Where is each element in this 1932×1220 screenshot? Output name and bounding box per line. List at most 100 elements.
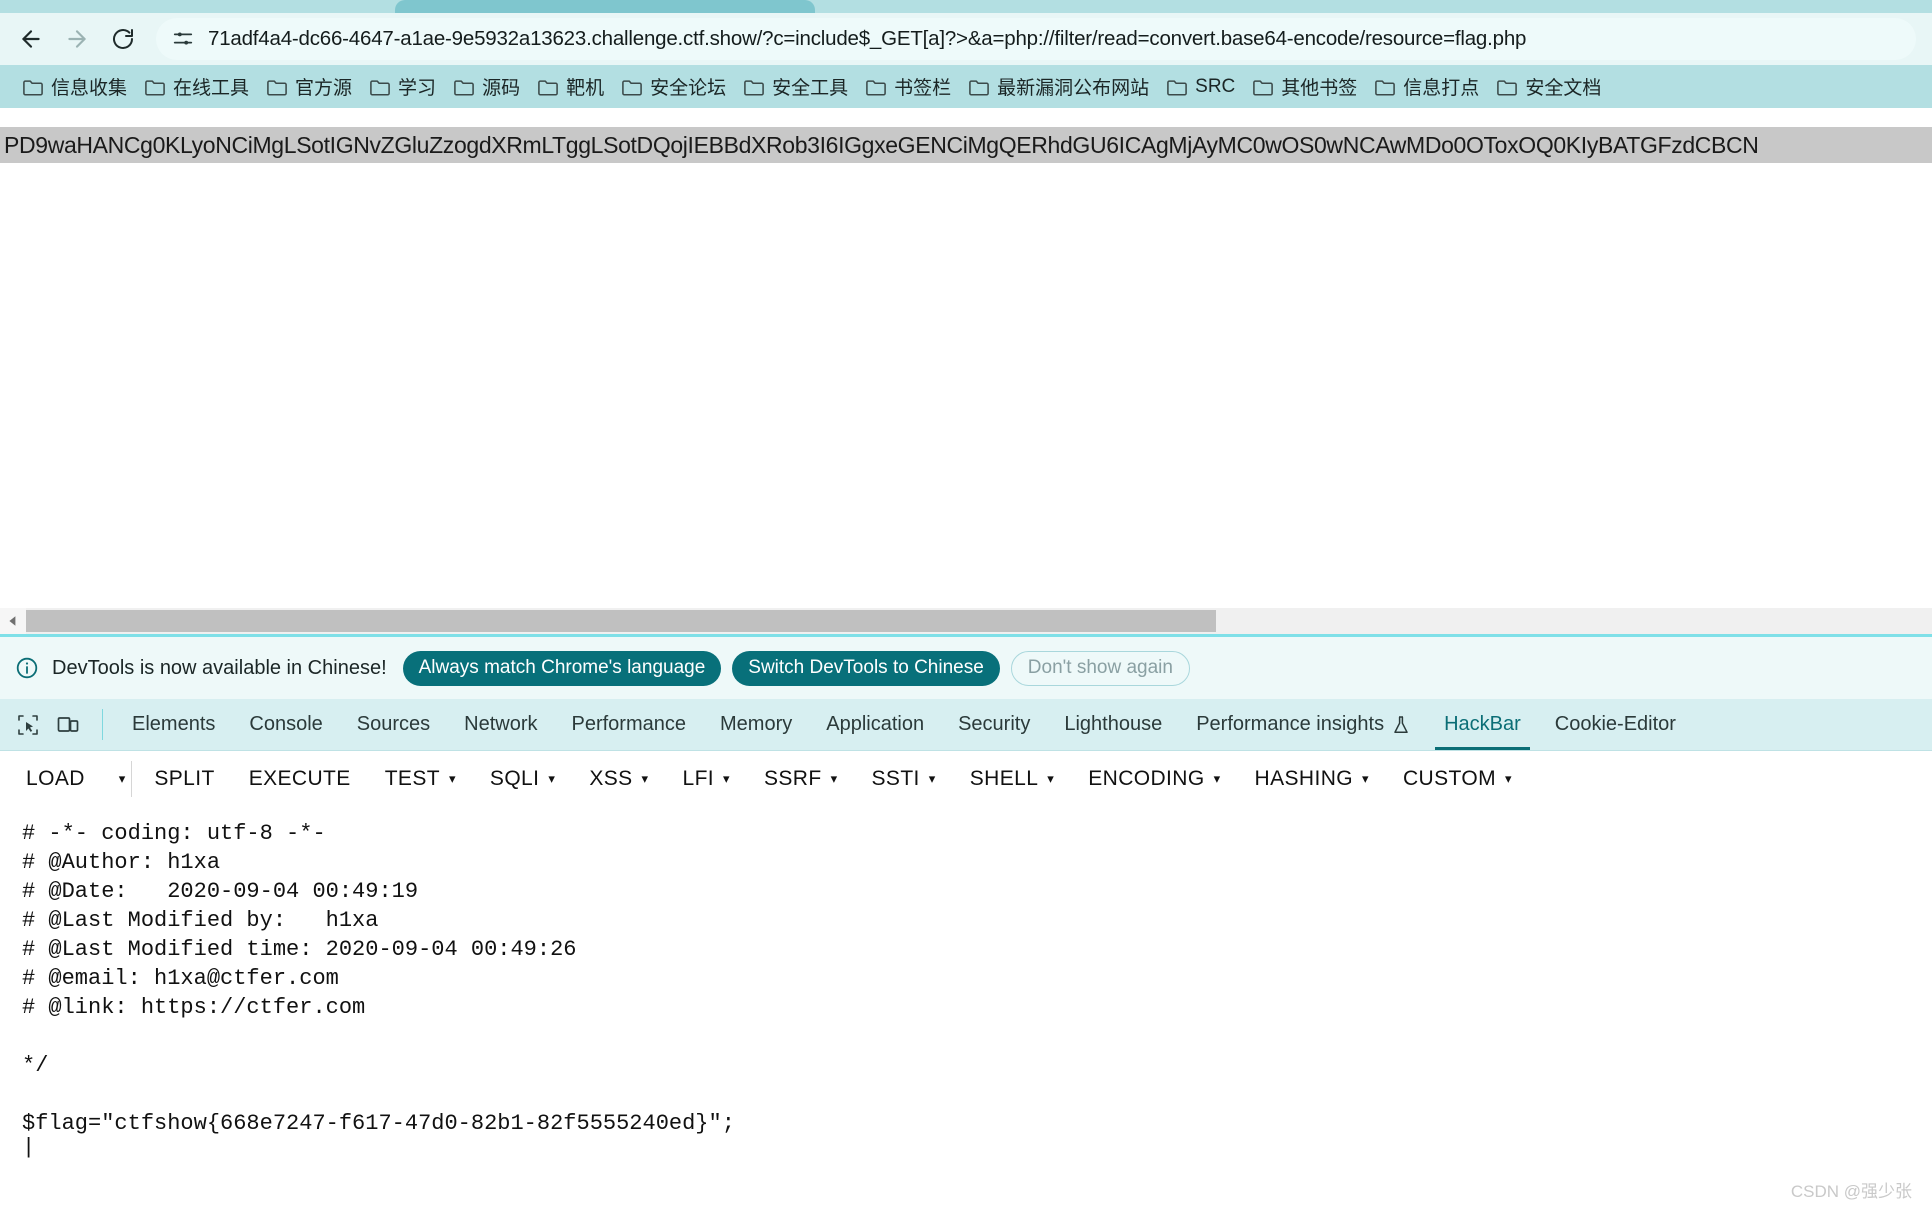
bookmark-folder[interactable]: 安全论坛 — [613, 70, 735, 104]
bookmark-folder[interactable]: 在线工具 — [136, 70, 258, 104]
bookmark-label: 安全工具 — [772, 78, 849, 99]
address-bar[interactable]: 71adf4a4-dc66-4647-a1ae-9e5932a13623.cha… — [156, 18, 1916, 60]
hackbar-test-button[interactable]: TEST ▾ — [385, 767, 456, 791]
switch-to-chinese-button[interactable]: Switch DevTools to Chinese — [732, 650, 1000, 686]
base64-output-selection[interactable]: PD9waHANCg0KLyoNCiMgLSotIGNvZGluZzogdXRm… — [0, 127, 1932, 163]
bookmark-label: 信息打点 — [1403, 78, 1480, 99]
scroll-left-arrow[interactable] — [0, 608, 26, 634]
hackbar-response-body[interactable]: # -*- coding: utf-8 -*- # @Author: h1xa … — [0, 807, 1932, 1220]
hackbar-ssti-label: SSTI — [871, 766, 920, 790]
bookmark-folder[interactable]: 源码 — [445, 70, 529, 104]
flask-icon — [1392, 715, 1410, 735]
tab-security[interactable]: Security — [941, 699, 1047, 750]
inspect-element-icon[interactable] — [8, 699, 48, 750]
code-line: # @Date: 2020-09-04 00:49:19 — [22, 879, 419, 904]
hackbar-ssrf-button[interactable]: SSRF ▾ — [764, 767, 838, 791]
banner-message: DevTools is now available in Chinese! — [52, 656, 387, 679]
folder-icon — [1497, 78, 1518, 96]
bookmark-label: 其他书签 — [1281, 78, 1358, 99]
tab-performance[interactable]: Performance — [555, 699, 704, 750]
tab-console[interactable]: Console — [232, 699, 339, 750]
bookmark-folder[interactable]: 其他书签 — [1244, 70, 1366, 104]
folder-icon — [538, 78, 558, 96]
bookmark-folder[interactable]: SRC — [1158, 70, 1244, 104]
base64-output-text: PD9waHANCg0KLyoNCiMgLSotIGNvZGluZzogdXRm… — [4, 131, 1759, 158]
hackbar-sqli-label: SQLI — [489, 766, 540, 790]
bookmark-folder[interactable]: 安全文档 — [1488, 70, 1610, 104]
tab-cookie-editor[interactable]: Cookie-Editor — [1538, 699, 1693, 750]
hackbar-hashing-button[interactable]: HASHING ▾ — [1255, 767, 1369, 791]
hackbar-custom-button[interactable]: CUSTOM ▾ — [1403, 767, 1512, 791]
always-match-language-button[interactable]: Always match Chrome's language — [402, 650, 722, 686]
folder-icon — [454, 78, 474, 96]
bookmark-folder[interactable]: 靶机 — [529, 70, 613, 104]
tab-elements[interactable]: Elements — [115, 699, 232, 750]
bookmark-label: 在线工具 — [173, 78, 250, 99]
bookmark-label: 源码 — [482, 78, 521, 99]
url-text[interactable]: 71adf4a4-dc66-4647-a1ae-9e5932a13623.cha… — [208, 27, 1526, 51]
hackbar-ssti-button[interactable]: SSTI ▾ — [872, 767, 936, 791]
page-horizontal-scrollbar[interactable] — [0, 608, 1932, 634]
bookmark-folder[interactable]: 官方源 — [258, 70, 361, 104]
folder-icon — [622, 78, 642, 96]
bookmark-folder[interactable]: 最新漏洞公布网站 — [960, 70, 1158, 104]
tab-performance-insights[interactable]: Performance insights — [1179, 699, 1427, 750]
tab-strip — [0, 0, 1932, 13]
chevron-down-icon: ▾ — [641, 771, 649, 786]
flag-line: $flag="ctfshow{668e7247-f617-47d0-82b1-8… — [22, 1111, 735, 1136]
hackbar-execute-button[interactable]: EXECUTE — [249, 767, 351, 791]
hackbar-xss-button[interactable]: XSS ▾ — [589, 767, 648, 791]
hackbar-split-button[interactable]: SPLIT — [154, 767, 214, 791]
chevron-down-icon: ▾ — [1362, 771, 1369, 786]
site-settings-icon[interactable] — [170, 26, 196, 52]
hackbar-shell-button[interactable]: SHELL ▾ — [970, 767, 1054, 791]
tab-memory[interactable]: Memory — [703, 699, 809, 750]
active-browser-tab[interactable] — [395, 0, 815, 13]
devtools-tab-bar: Elements Console Sources Network Perform… — [0, 699, 1932, 751]
chevron-down-icon: ▾ — [448, 771, 456, 786]
bookmark-folder[interactable]: 信息收集 — [14, 70, 136, 104]
forward-button[interactable] — [54, 16, 100, 62]
chevron-down-icon: ▾ — [830, 771, 838, 786]
toolbar-divider — [102, 709, 103, 740]
bookmark-folder[interactable]: 书签栏 — [857, 70, 960, 104]
dont-show-again-button[interactable]: Don't show again — [1010, 650, 1190, 686]
back-button[interactable] — [8, 16, 54, 62]
tab-sources[interactable]: Sources — [340, 699, 447, 750]
hackbar-load-button[interactable]: LOAD — [26, 767, 85, 791]
bookmark-folder[interactable]: 安全工具 — [735, 70, 857, 104]
tab-lighthouse[interactable]: Lighthouse — [1047, 699, 1179, 750]
reload-button[interactable] — [100, 16, 146, 62]
folder-icon — [1253, 78, 1274, 96]
scrollbar-thumb[interactable] — [26, 610, 1216, 632]
browser-toolbar: 71adf4a4-dc66-4647-a1ae-9e5932a13623.cha… — [0, 13, 1932, 65]
hackbar-load-caret-icon[interactable]: ▾ — [119, 771, 126, 787]
tab-application[interactable]: Application — [809, 699, 941, 750]
devtools-panel: DevTools is now available in Chinese! Al… — [0, 634, 1932, 1220]
hackbar-encoding-button[interactable]: ENCODING ▾ — [1088, 767, 1220, 791]
info-icon — [14, 655, 40, 681]
code-line: # -*- coding: utf-8 -*- — [22, 821, 326, 846]
bookmark-folder[interactable]: 信息打点 — [1366, 70, 1488, 104]
hackbar-encoding-label: ENCODING — [1088, 766, 1205, 790]
bookmark-label: 安全论坛 — [650, 78, 727, 99]
code-line: # @Author: h1xa — [22, 850, 221, 875]
hackbar-lfi-button[interactable]: LFI ▾ — [682, 767, 729, 791]
folder-icon — [267, 78, 287, 96]
bookmark-label: 信息收集 — [51, 78, 128, 99]
bookmark-label: 最新漏洞公布网站 — [997, 78, 1150, 99]
code-line: */ — [22, 1053, 49, 1078]
tab-hackbar[interactable]: HackBar — [1427, 699, 1538, 750]
device-toolbar-icon[interactable] — [48, 699, 88, 750]
scrollbar-track[interactable] — [1216, 610, 1932, 632]
tab-network[interactable]: Network — [447, 699, 554, 750]
code-line: # @email: h1xa@ctfer.com — [22, 966, 339, 991]
hackbar-sqli-button[interactable]: SQLI ▾ — [490, 767, 555, 791]
chevron-down-icon: ▾ — [1047, 771, 1055, 786]
csdn-watermark: CSDN @强少张 — [1790, 1182, 1912, 1201]
text-cursor: | — [22, 1135, 36, 1160]
devtools-language-banner: DevTools is now available in Chinese! Al… — [0, 637, 1932, 699]
bookmark-folder[interactable]: 学习 — [361, 70, 445, 104]
